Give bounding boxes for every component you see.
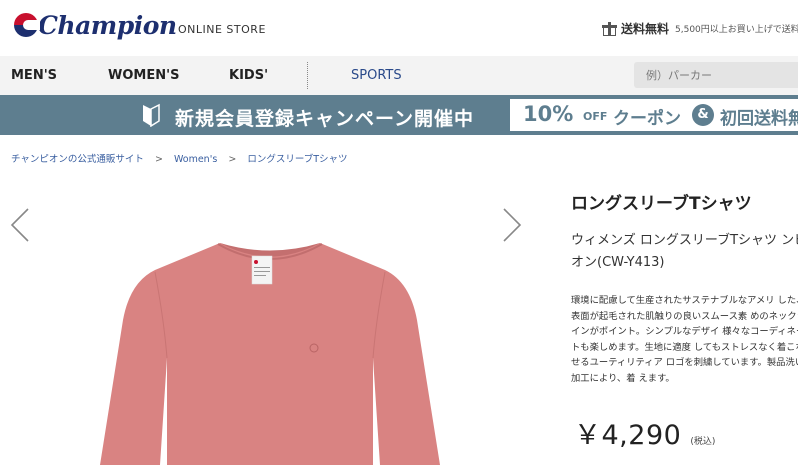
site-header: Champion ONLINE STORE 送料無料 5,500円以上お買い上げ… [0,0,798,56]
tax-note: (税込) [690,437,716,447]
price-row: ￥4,290 (税込) [574,413,715,452]
nav-item-kids[interactable]: KIDS' [229,68,268,83]
ampersand-badge: & [692,104,714,126]
product-subtitle: ウィメンズ ロングスリーブTシャツ ンピオン(CW-Y413) [571,233,798,270]
product-description: 環境に配慮して生産されたサステナブルなアメリ した、表面が起毛された肌触りの良い… [571,295,798,384]
campaign-banner[interactable]: 新規会員登録キャンペーン開催中 10% OFF クーポン & 初回送料無 [0,95,798,135]
coupon-percent: 10% [523,102,574,126]
nav-item-womens[interactable]: WOMEN'S [108,68,179,83]
breadcrumb-separator: > [154,154,163,165]
beginner-mark-icon [143,103,160,127]
free-shipping-notice[interactable]: 送料無料 5,500円以上お買い上げで送料 [602,20,798,37]
champion-c-logo-icon [10,10,40,40]
coupon-label: クーポン [613,109,681,129]
breadcrumb-womens[interactable]: Women's [174,154,217,165]
breadcrumb: チャンピオンの公式通販サイト > Women's > ロングスリーブTシャツ [11,151,348,165]
nav-item-sports[interactable]: SPORTS [351,68,402,83]
nav-item-mens[interactable]: MEN'S [11,68,57,83]
product-title: ロングスリーブTシャツ [571,194,752,214]
search-input[interactable] [634,62,798,88]
chevron-right-icon[interactable] [500,205,524,245]
store-label: ONLINE STORE [178,23,266,36]
breadcrumb-separator: > [228,154,237,165]
chevron-left-icon[interactable] [8,205,32,245]
coupon-off-label: OFF [583,110,608,123]
brand-name: Champion [38,10,177,40]
gift-icon [602,21,617,36]
breadcrumb-home[interactable]: チャンピオンの公式通販サイト [11,154,144,165]
banner-headline: 新規会員登録キャンペーン開催中 [175,108,475,130]
main-nav: MEN'S WOMEN'S KIDS' SPORTS [0,56,798,95]
product-image[interactable] [60,240,480,465]
champion-logo[interactable]: Champion [10,10,177,40]
first-shipping-label: 初回送料無 [720,109,798,129]
free-shipping-note: 5,500円以上お買い上げで送料 [675,25,798,35]
product-price: ￥4,290 [574,420,682,451]
nav-divider [307,62,308,89]
breadcrumb-current[interactable]: ロングスリーブTシャツ [247,154,347,165]
coupon-box: 10% OFF クーポン & 初回送料無 [510,99,798,131]
free-shipping-label: 送料無料 [621,22,670,36]
